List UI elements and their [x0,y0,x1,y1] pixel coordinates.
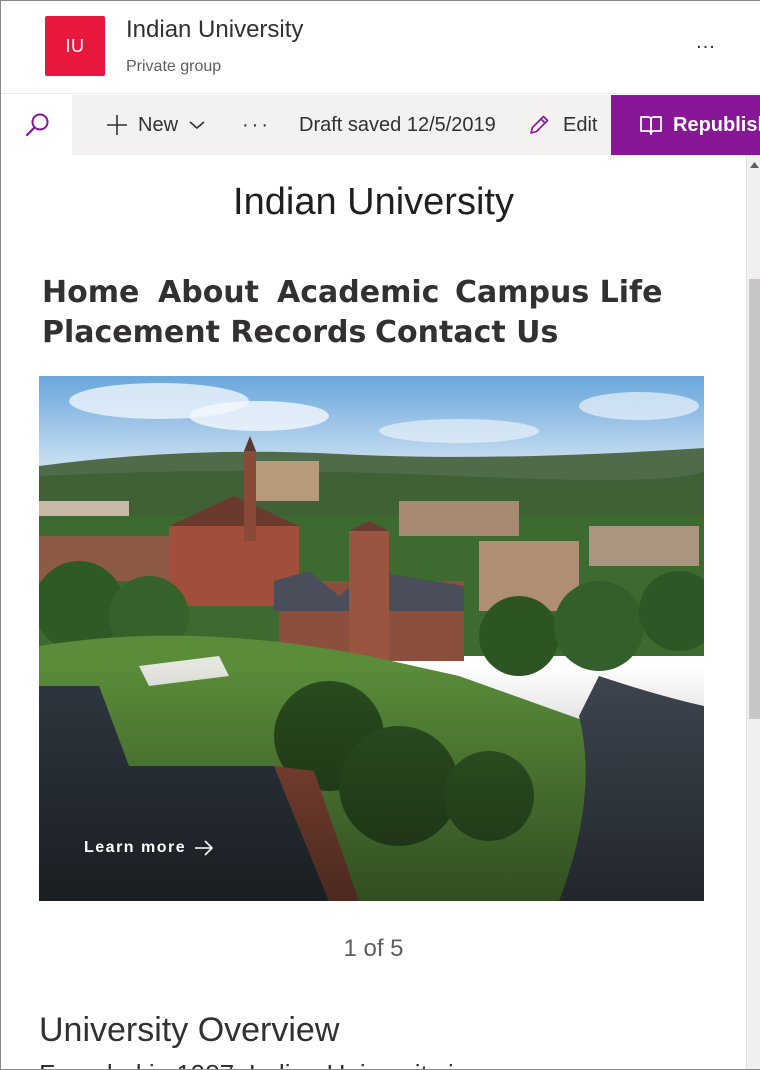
page-canvas: Indian University Home About Academic Ca… [1,155,746,1069]
pencil-icon [530,115,549,134]
nav-link-about[interactable]: About [158,275,259,310]
section-heading: University Overview [39,1011,340,1049]
draft-status: Draft saved 12/5/2019 [299,113,496,136]
edit-button[interactable]: Edit [527,95,597,155]
app-frame: IU Indian University Private group ... N… [0,0,760,1070]
plus-icon [107,115,127,135]
edit-button-label: Edit [563,113,598,136]
book-icon [640,116,662,135]
site-header: IU Indian University Private group ... [1,1,760,94]
nav-link-academic[interactable]: Academic [277,275,439,310]
learn-more-label: Learn more [84,839,187,856]
site-logo-text: IU [65,35,85,56]
caret-up-icon [750,162,759,168]
command-more-button[interactable]: ··· [242,95,271,155]
arrow-right-icon [195,840,214,856]
search-button[interactable] [1,95,72,155]
campus-photo [39,376,704,901]
site-subtitle: Private group [126,58,222,75]
nav-link-campus-life[interactable]: Campus Life [455,275,662,310]
header-more-button[interactable]: ... [691,27,721,57]
new-button-label: New [138,113,179,136]
carousel-pager: 1 of 5 [343,935,404,962]
section-body-text: Founded in 1987, Indian University is [39,1059,467,1069]
nav-link-contact-us[interactable]: Contact Us [375,315,558,350]
nav-link-placement-records[interactable]: Placement Records [42,315,366,350]
site-title[interactable]: Indian University [126,16,303,44]
search-icon [25,113,48,137]
new-button[interactable]: New [106,95,206,155]
nav-link-home[interactable]: Home [42,275,139,310]
chevron-down-icon [189,121,205,130]
page-title: Indian University [233,181,514,223]
vertical-scrollbar[interactable] [746,155,760,1069]
scrollbar-thumb[interactable] [749,279,760,719]
scroll-up-button[interactable] [747,155,760,175]
republish-button-label: Republish [673,113,760,136]
republish-button[interactable]: Republish [611,95,760,155]
site-logo[interactable]: IU [45,16,105,76]
hero-carousel[interactable]: Learn more [39,376,704,901]
learn-more-link[interactable]: Learn more [84,839,214,857]
